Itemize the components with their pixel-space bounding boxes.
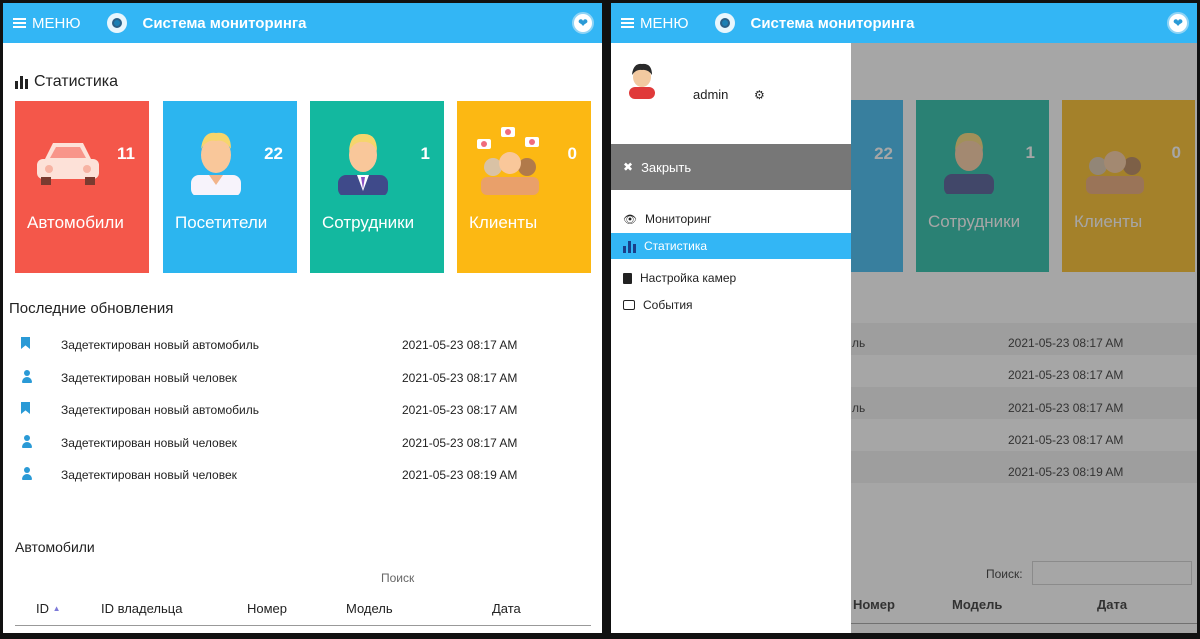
stats-heading: Статистика bbox=[15, 73, 118, 91]
column-header-id[interactable]: ID ▲ bbox=[36, 601, 61, 616]
bookmark-icon bbox=[21, 337, 30, 349]
card-employees-label: Сотрудники bbox=[322, 213, 415, 232]
bar-chart-icon bbox=[623, 240, 636, 253]
card-cars-count: 11 bbox=[117, 144, 135, 163]
card-employees[interactable]: 1 Сотрудники bbox=[310, 101, 444, 273]
person-icon bbox=[21, 467, 33, 480]
heart-icon: ❤ bbox=[577, 16, 589, 30]
comment-icon bbox=[623, 300, 635, 310]
update-text: Задетектирован новый автомобиль bbox=[61, 338, 259, 352]
nav-item-label: Мониторинг bbox=[644, 212, 712, 226]
update-row: Задетектирован новый человек 2021-05-23 … bbox=[3, 465, 563, 485]
employee-icon bbox=[338, 133, 388, 195]
update-row: Задетектирован новый человек 2021-05-23 … bbox=[3, 433, 563, 453]
nav-item-camera-settings[interactable]: Настройка камер bbox=[611, 265, 851, 291]
card-clients-label: Клиенты bbox=[469, 213, 538, 232]
side-drawer: admin ⚙ ✖ Закрыть 👁 Мониторинг Статистик… bbox=[611, 43, 851, 633]
admin-avatar bbox=[629, 63, 655, 99]
menu-label: МЕНЮ bbox=[32, 14, 81, 32]
top-bar: МЕНЮ Система мониторинга ❤ bbox=[611, 3, 1197, 43]
app-title: Система мониторинга bbox=[750, 14, 915, 32]
card-cars-label: Автомобили bbox=[27, 213, 124, 232]
search-label: Поиск bbox=[381, 571, 415, 585]
clients-group-icon bbox=[477, 127, 539, 195]
hamburger-icon bbox=[621, 18, 634, 28]
update-text: Задетектирован новый человек bbox=[61, 371, 237, 385]
nav-item-events[interactable]: События bbox=[611, 292, 851, 318]
person-icon bbox=[21, 435, 33, 448]
gear-icon[interactable]: ⚙ bbox=[754, 88, 765, 102]
column-header-owner-id[interactable]: ID владельца bbox=[101, 601, 182, 616]
eye-logo-icon bbox=[106, 13, 127, 33]
app-title: Система мониторинга bbox=[142, 14, 307, 32]
nav-item-label: Статистика bbox=[644, 239, 708, 253]
card-cars[interactable]: 11 Автомобили bbox=[15, 101, 149, 273]
card-employees-count: 1 bbox=[420, 144, 430, 163]
update-date: 2021-05-23 08:17 AM bbox=[402, 403, 518, 417]
update-date: 2021-05-23 08:17 AM bbox=[402, 371, 518, 385]
car-icon bbox=[37, 143, 99, 185]
update-row: Задетектирован новый автомобиль 2021-05-… bbox=[3, 335, 563, 355]
hamburger-icon bbox=[13, 18, 26, 28]
admin-username: admin bbox=[693, 87, 729, 102]
nav-item-monitoring[interactable]: 👁 Мониторинг bbox=[611, 206, 851, 232]
card-visitors-count: 22 bbox=[264, 144, 283, 163]
close-icon: ✖ bbox=[623, 160, 634, 174]
update-text: Задетектирован новый человек bbox=[61, 468, 237, 482]
cars-table-heading: Автомобили bbox=[15, 539, 95, 555]
update-date: 2021-05-23 08:19 AM bbox=[402, 468, 518, 482]
clipboard-icon bbox=[623, 272, 632, 284]
stats-heading-label: Статистика bbox=[34, 73, 119, 90]
column-header-number[interactable]: Номер bbox=[247, 601, 287, 616]
menu-open-screen: МЕНЮ Система мониторинга ❤ 22 1 Сотрудни… bbox=[611, 3, 1197, 633]
update-row: Задетектирован новый автомобиль 2021-05-… bbox=[3, 400, 563, 420]
menu-label: МЕНЮ bbox=[640, 14, 689, 32]
bar-chart-icon bbox=[15, 75, 28, 89]
profile-button[interactable]: ❤ bbox=[1167, 12, 1189, 34]
nav-item-statistics[interactable]: Статистика bbox=[611, 233, 851, 259]
update-row: Задетектирован новый человек 2021-05-23 … bbox=[3, 368, 563, 388]
card-clients-count: 0 bbox=[567, 144, 577, 163]
heart-icon: ❤ bbox=[1172, 16, 1184, 30]
menu-button[interactable]: МЕНЮ bbox=[621, 15, 689, 32]
main-screen: МЕНЮ Система мониторинга ❤ Статистика 11… bbox=[3, 3, 602, 633]
visitor-icon bbox=[191, 132, 241, 195]
bookmark-icon bbox=[21, 402, 30, 414]
updates-heading: Последние обновления bbox=[9, 300, 174, 317]
close-drawer-button[interactable]: ✖ Закрыть bbox=[611, 144, 851, 190]
eye-logo-icon bbox=[714, 13, 735, 33]
column-header-model[interactable]: Модель bbox=[346, 601, 393, 616]
person-icon bbox=[21, 370, 33, 383]
update-date: 2021-05-23 08:17 AM bbox=[402, 338, 518, 352]
card-clients[interactable]: 0 Клиенты bbox=[457, 101, 591, 273]
menu-button[interactable]: МЕНЮ bbox=[13, 15, 81, 32]
update-text: Задетектирован новый автомобиль bbox=[61, 403, 259, 417]
update-date: 2021-05-23 08:17 AM bbox=[402, 436, 518, 450]
profile-button[interactable]: ❤ bbox=[572, 12, 594, 34]
table-divider bbox=[15, 625, 591, 626]
card-visitors-label: Посетители bbox=[175, 213, 268, 232]
column-header-date[interactable]: Дата bbox=[492, 601, 521, 616]
top-bar: МЕНЮ Система мониторинга ❤ bbox=[3, 3, 602, 43]
card-visitors[interactable]: 22 Посетители bbox=[163, 101, 297, 273]
close-label: Закрыть bbox=[641, 159, 692, 175]
sort-asc-icon: ▲ bbox=[52, 604, 61, 613]
update-text: Задетектирован новый человек bbox=[61, 436, 237, 450]
nav-item-label: События bbox=[643, 298, 693, 312]
eye-icon: 👁 bbox=[623, 213, 637, 226]
nav-item-label: Настройка камер bbox=[640, 271, 737, 285]
